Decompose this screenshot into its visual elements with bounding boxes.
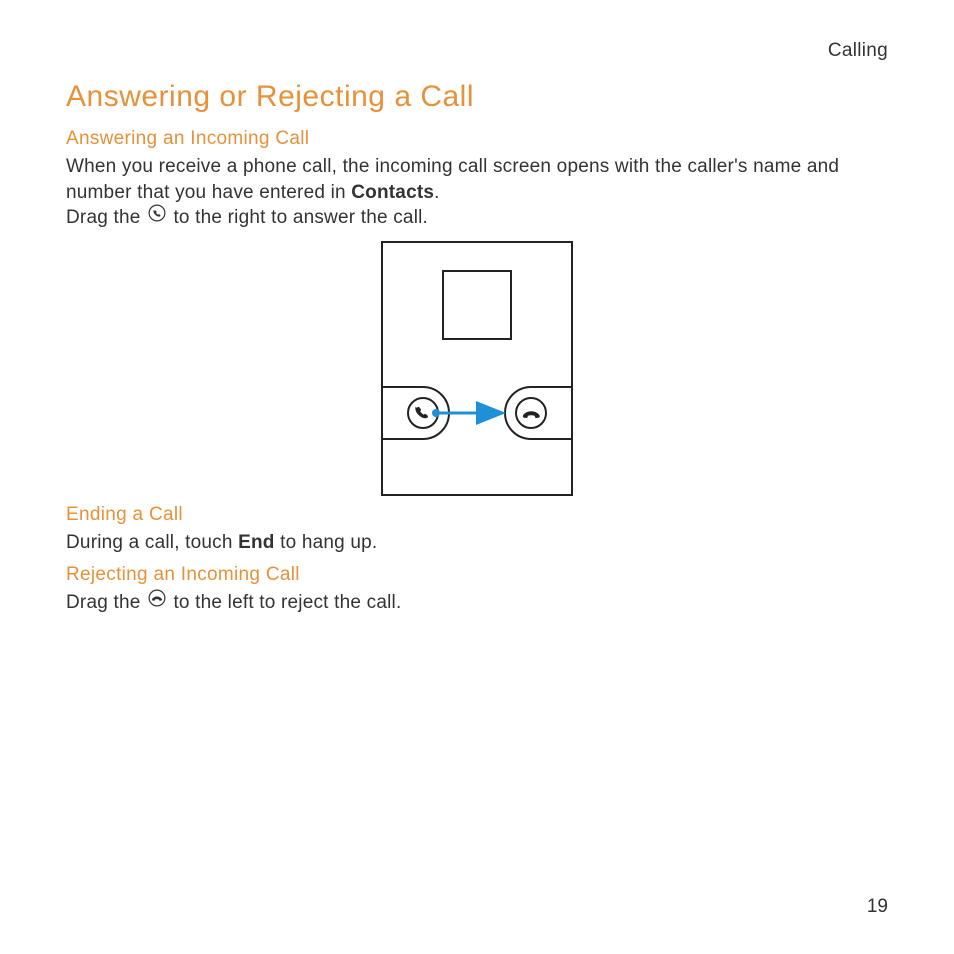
paragraph-rejecting: Drag the to the left to reject the call.: [66, 590, 888, 616]
section-heading-answering: Answering an Incoming Call: [66, 128, 888, 150]
text-fragment: .: [434, 182, 439, 203]
text-fragment: When you receive a phone call, the incom…: [66, 156, 839, 203]
bold-contacts: Contacts: [351, 182, 434, 203]
text-fragment: to the right to answer the call.: [173, 207, 428, 228]
phone-diagram-svg: [381, 241, 573, 496]
text-fragment: Drag the: [66, 592, 146, 613]
paragraph-ending: During a call, touch End to hang up.: [66, 530, 888, 556]
phone-answer-icon: [148, 204, 166, 230]
page-number: 19: [867, 896, 888, 918]
breadcrumb: Calling: [66, 40, 888, 62]
figure-incoming-call: [66, 241, 888, 496]
text-fragment: to the left to reject the call.: [173, 592, 401, 613]
text-fragment: During a call, touch: [66, 532, 238, 553]
paragraph-answering-1: When you receive a phone call, the incom…: [66, 154, 888, 205]
section-heading-ending: Ending a Call: [66, 504, 888, 526]
paragraph-answering-2: Drag the to the right to answer the call…: [66, 205, 888, 231]
page-title: Answering or Rejecting a Call: [66, 80, 888, 114]
bold-end: End: [238, 532, 275, 553]
text-fragment: Drag the: [66, 207, 146, 228]
text-fragment: to hang up.: [275, 532, 378, 553]
phone-reject-icon: [148, 589, 166, 615]
section-heading-rejecting: Rejecting an Incoming Call: [66, 564, 888, 586]
